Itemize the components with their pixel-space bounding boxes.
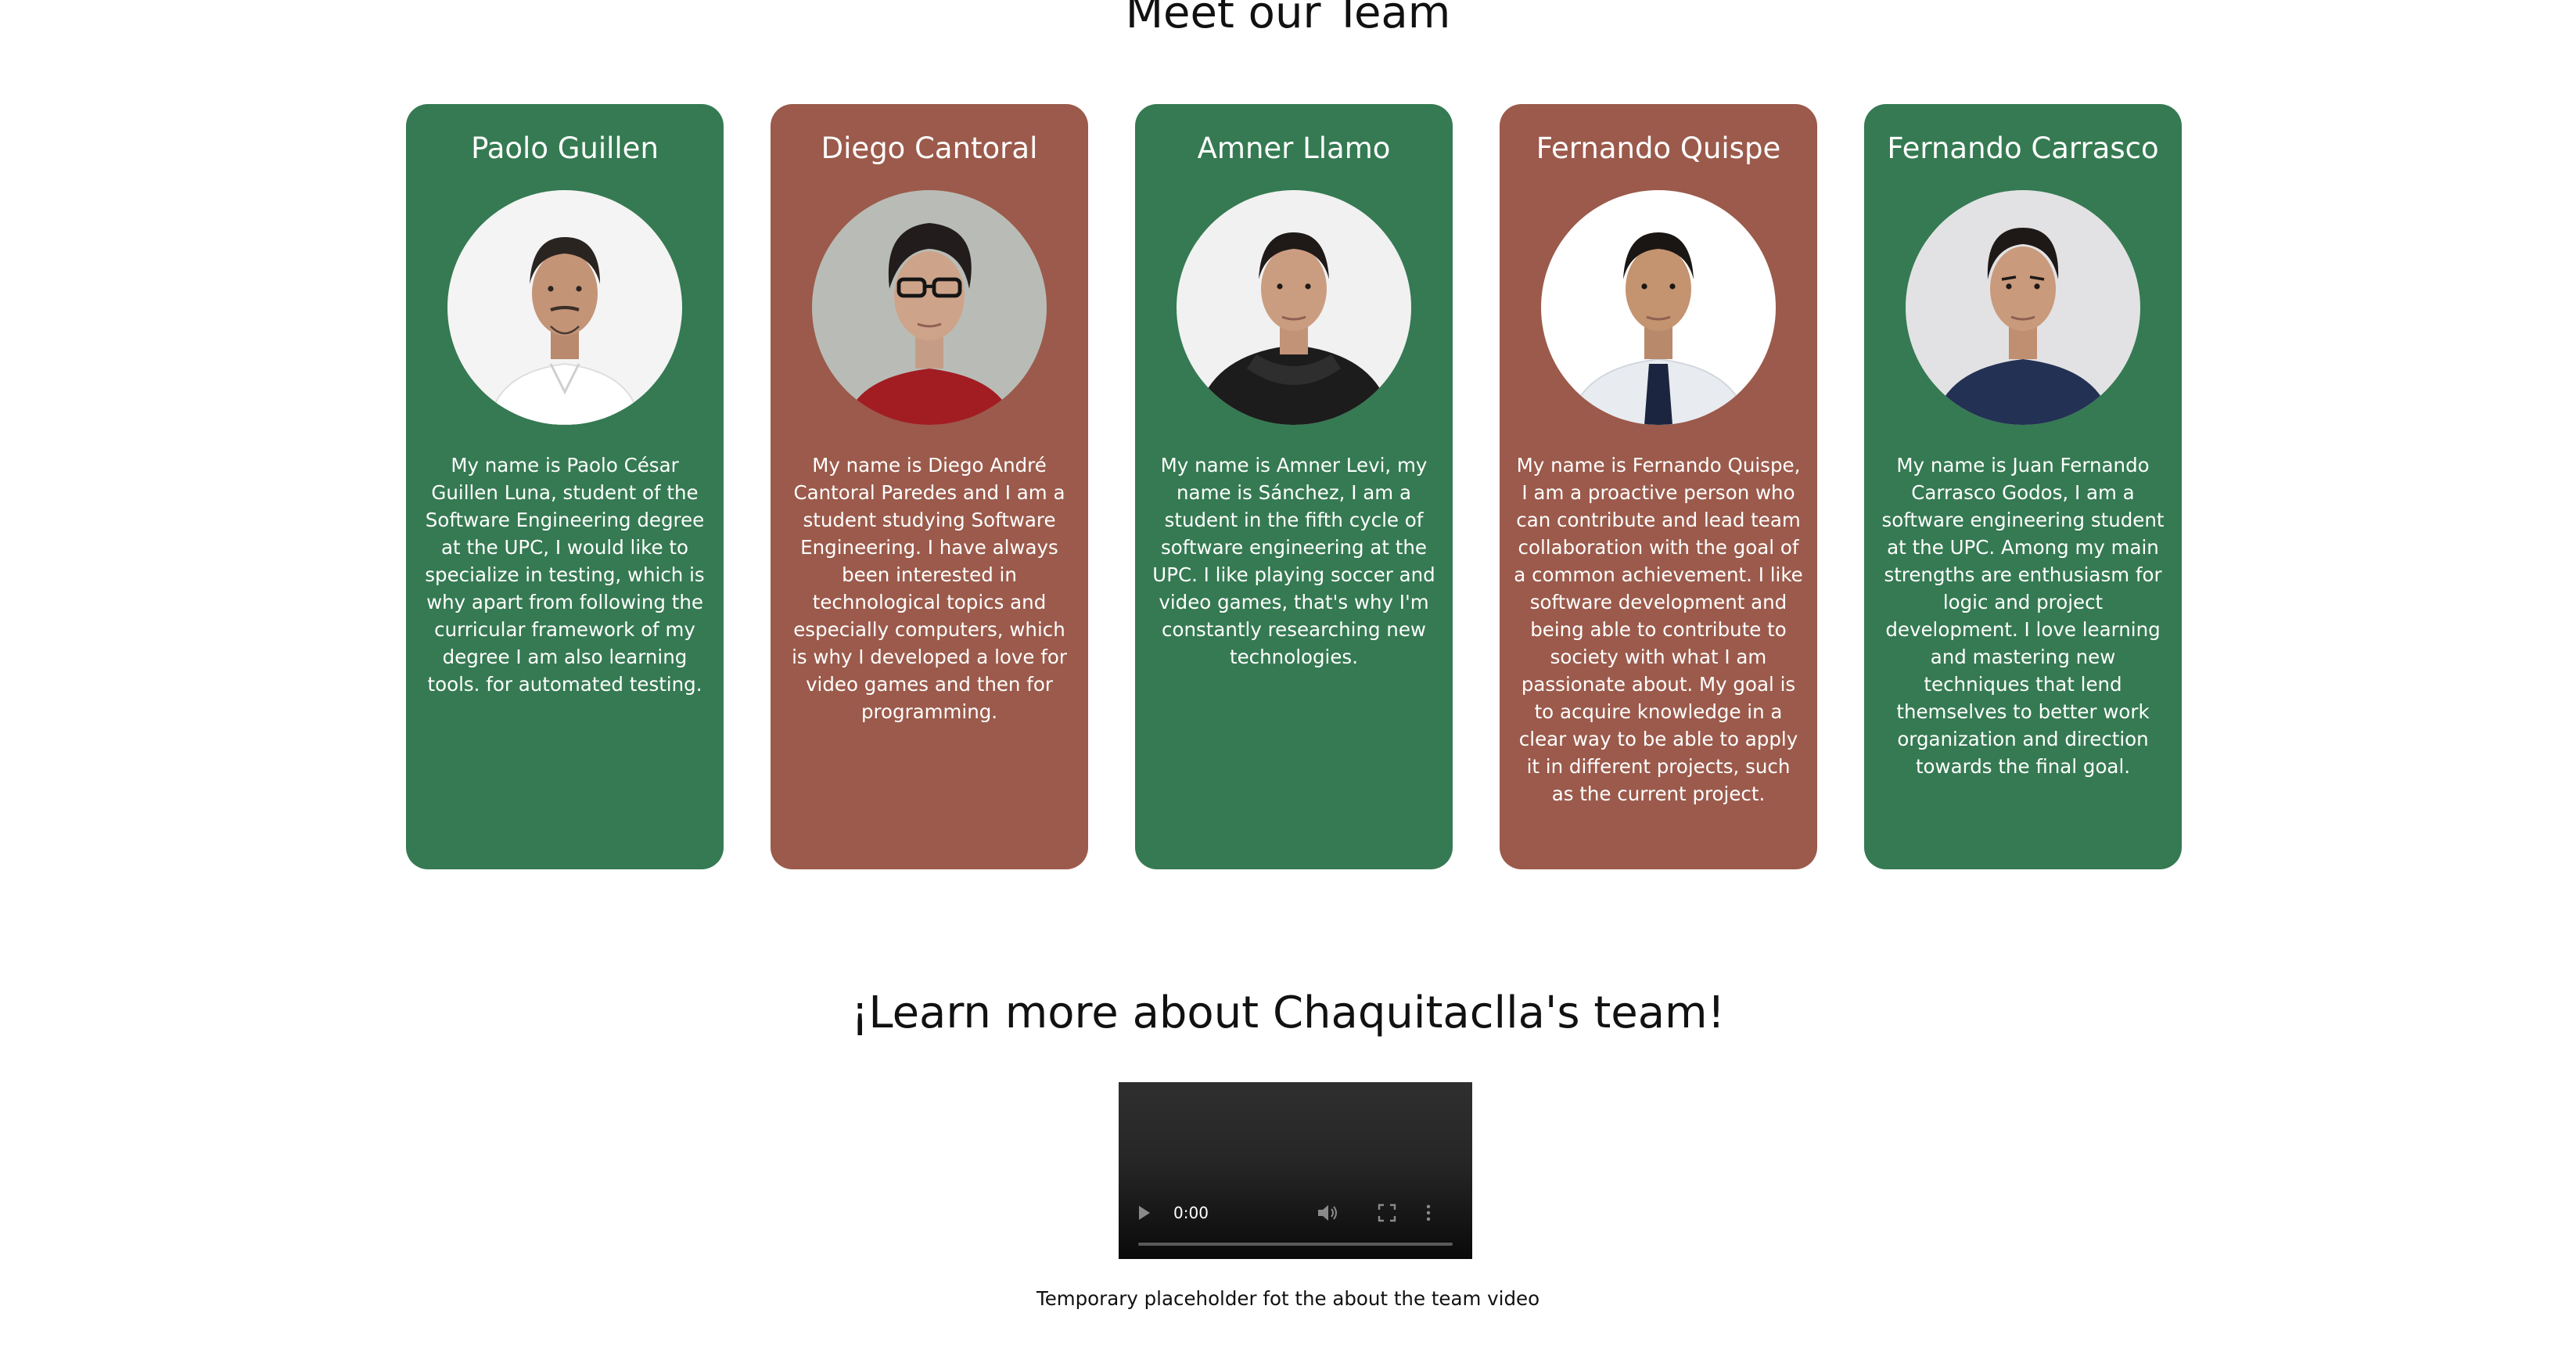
member-photo: [1906, 190, 2140, 425]
portrait-photo: [812, 190, 1047, 425]
member-bio: My name is Diego André Cantoral Paredes …: [792, 454, 1067, 723]
video-time: 0:00: [1173, 1203, 1209, 1222]
portrait-photo: [447, 190, 682, 425]
member-card: Paolo Guillen My name is Paolo César Gui…: [406, 104, 724, 869]
portrait-photo: [1906, 190, 2140, 425]
volume-icon[interactable]: [1316, 1203, 1339, 1223]
member-bio: My name is Amner Levi, my name is Sánche…: [1152, 454, 1435, 668]
video-section-title: ¡Learn more about Chaquitaclla's team!: [850, 987, 1726, 1038]
member-card: Diego Cantoral My name is Diego André Ca…: [771, 104, 1088, 869]
fullscreen-icon[interactable]: [1377, 1203, 1397, 1223]
play-icon[interactable]: [1139, 1206, 1150, 1220]
member-photo: [812, 190, 1047, 425]
portrait-photo: [1177, 190, 1411, 425]
more-options-icon[interactable]: [1424, 1203, 1433, 1223]
member-card: Fernando Carrasco My name is Juan Fernan…: [1864, 104, 2182, 869]
video-caption: Temporary placeholder fot the about the …: [1036, 1287, 1540, 1310]
member-name: Paolo Guillen: [471, 131, 659, 165]
member-photo: [1541, 190, 1776, 425]
member-name: Fernando Carrasco: [1887, 131, 2159, 165]
member-name: Fernando Quispe: [1536, 131, 1781, 165]
team-video-player[interactable]: 0:00: [1119, 1082, 1472, 1259]
team-cards: Paolo Guillen My name is Paolo César Gui…: [406, 104, 2182, 869]
team-section-title: Meet our Team: [1125, 0, 1451, 38]
portrait-photo: [1541, 190, 1776, 425]
member-card: Amner Llamo My name is Amner Levi, my na…: [1135, 104, 1453, 869]
member-bio: My name is Fernando Quispe, I am a proac…: [1514, 454, 1803, 805]
member-card: Fernando Quispe My name is Fernando Quis…: [1500, 104, 1817, 869]
member-bio: My name is Paolo César Guillen Luna, stu…: [425, 454, 705, 696]
member-bio: My name is Juan Fernando Carrasco Godos,…: [1881, 454, 2165, 778]
about-team-page: Meet our Team Paolo Guillen My name is P…: [0, 0, 2576, 1349]
member-name: Diego Cantoral: [821, 131, 1038, 165]
video-progress-bar[interactable]: [1138, 1243, 1453, 1246]
member-photo: [1177, 190, 1411, 425]
video-controls: 0:00: [1119, 1193, 1472, 1259]
member-photo: [447, 190, 682, 425]
member-name: Amner Llamo: [1197, 131, 1391, 165]
